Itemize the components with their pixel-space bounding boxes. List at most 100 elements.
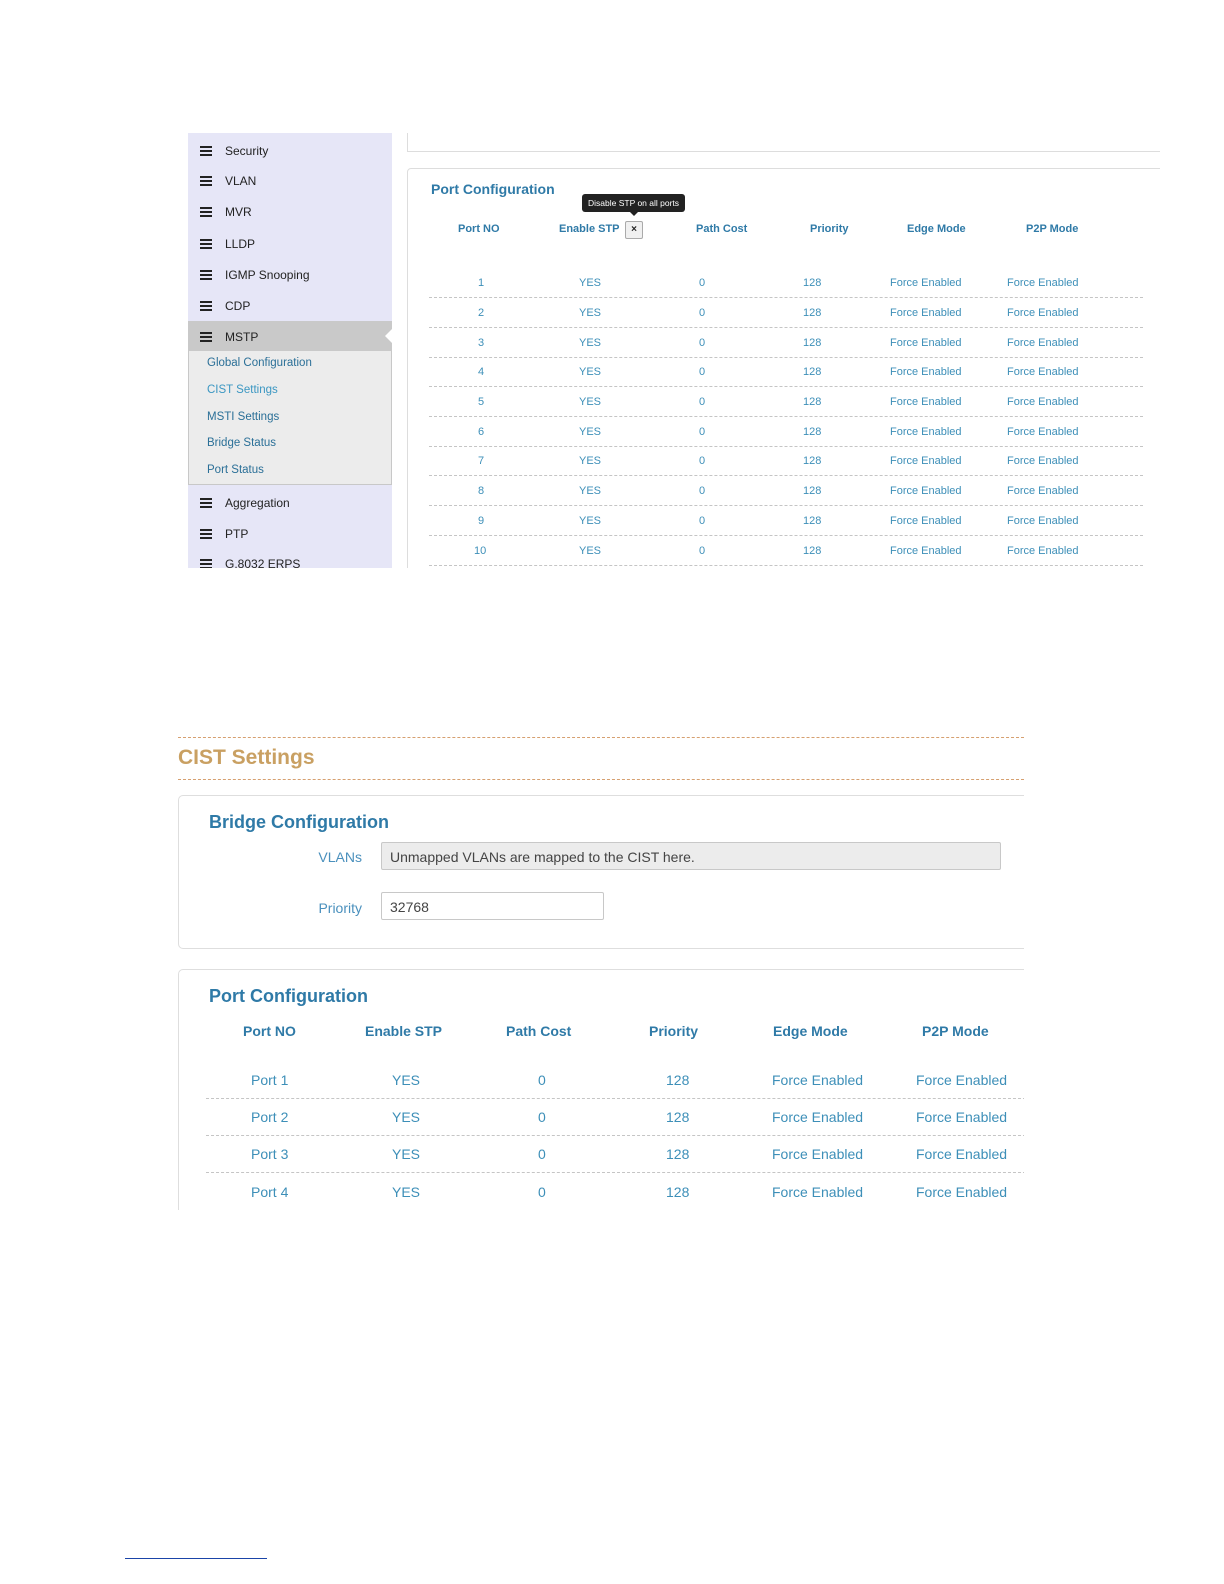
table-row: 6 YES 0 128 Force Enabled Force Enabled [429, 416, 1143, 447]
priority-input[interactable]: 32768 [381, 892, 604, 920]
p2p-mode-value[interactable]: Force Enabled [1007, 277, 1079, 289]
priority-value[interactable]: 128 [666, 1109, 689, 1125]
priority-value[interactable]: 128 [803, 396, 821, 408]
menu-list-icon [200, 332, 212, 342]
p2p-mode-value[interactable]: Force Enabled [1007, 485, 1079, 497]
p2p-mode-value[interactable]: Force Enabled [1007, 455, 1079, 467]
sidebar-item-ptp[interactable]: PTP [188, 518, 392, 548]
enable-stp-value[interactable]: YES [392, 1109, 420, 1125]
path-cost-value[interactable]: 0 [699, 277, 705, 289]
sidebar-item-label: Aggregation [225, 496, 290, 510]
p2p-mode-value[interactable]: Force Enabled [916, 1184, 1007, 1200]
edge-mode-value[interactable]: Force Enabled [890, 485, 962, 497]
p2p-mode-value[interactable]: Force Enabled [1007, 426, 1079, 438]
enable-stp-value[interactable]: YES [579, 455, 601, 467]
path-cost-value[interactable]: 0 [699, 307, 705, 319]
submenu-item-bridge-status[interactable]: Bridge Status [207, 437, 276, 449]
p2p-mode-value[interactable]: Force Enabled [916, 1109, 1007, 1125]
edge-mode-value[interactable]: Force Enabled [890, 366, 962, 378]
enable-stp-value[interactable]: YES [392, 1184, 420, 1200]
path-cost-value[interactable]: 0 [538, 1109, 546, 1125]
priority-value[interactable]: 128 [803, 455, 821, 467]
sidebar-item-cdp[interactable]: CDP [188, 290, 392, 320]
sidebar-item-igmp-snooping[interactable]: IGMP Snooping [188, 259, 392, 289]
sidebar-item-mvr[interactable]: MVR [188, 196, 392, 226]
enable-stp-value[interactable]: YES [579, 277, 601, 289]
edge-mode-value[interactable]: Force Enabled [890, 396, 962, 408]
edge-mode-value[interactable]: Force Enabled [890, 545, 962, 557]
enable-stp-value[interactable]: YES [579, 396, 601, 408]
vlans-field[interactable]: Unmapped VLANs are mapped to the CIST he… [381, 842, 1001, 870]
edge-mode-value[interactable]: Force Enabled [890, 426, 962, 438]
p2p-mode-value[interactable]: Force Enabled [916, 1146, 1007, 1162]
enable-stp-value[interactable]: YES [392, 1072, 420, 1088]
path-cost-value[interactable]: 0 [538, 1184, 546, 1200]
column-header-enable-stp: Enable STP [559, 223, 620, 235]
edge-mode-value[interactable]: Force Enabled [772, 1184, 863, 1200]
edge-mode-value[interactable]: Force Enabled [772, 1146, 863, 1162]
sidebar-item-aggregation[interactable]: Aggregation [188, 487, 392, 517]
edge-mode-value[interactable]: Force Enabled [890, 337, 962, 349]
path-cost-value[interactable]: 0 [699, 515, 705, 527]
column-header-port-no: Port NO [243, 1023, 296, 1039]
sidebar-item-mstp[interactable]: MSTP [188, 321, 392, 351]
sidebar-item-label: MVR [225, 205, 252, 219]
path-cost-value[interactable]: 0 [538, 1146, 546, 1162]
edge-mode-value[interactable]: Force Enabled [890, 455, 962, 467]
mstp-port-config-screenshot: Security VLAN MVR LLDP IGMP Snooping CDP… [188, 133, 1160, 568]
priority-value[interactable]: 128 [803, 307, 821, 319]
p2p-mode-value[interactable]: Force Enabled [1007, 545, 1079, 557]
enable-stp-value[interactable]: YES [579, 485, 601, 497]
priority-value[interactable]: 128 [803, 426, 821, 438]
sidebar-item-security[interactable]: Security [188, 135, 392, 165]
path-cost-value[interactable]: 0 [699, 485, 705, 497]
path-cost-value[interactable]: 0 [699, 545, 705, 557]
disable-stp-all-button[interactable]: × [625, 221, 643, 239]
p2p-mode-value[interactable]: Force Enabled [1007, 515, 1079, 527]
path-cost-value[interactable]: 0 [699, 337, 705, 349]
path-cost-value[interactable]: 0 [538, 1072, 546, 1088]
path-cost-value[interactable]: 0 [699, 455, 705, 467]
enable-stp-value[interactable]: YES [579, 337, 601, 349]
p2p-mode-value[interactable]: Force Enabled [1007, 396, 1079, 408]
priority-value[interactable]: 128 [803, 277, 821, 289]
priority-value[interactable]: 128 [803, 485, 821, 497]
enable-stp-value[interactable]: YES [579, 426, 601, 438]
priority-value[interactable]: 128 [803, 515, 821, 527]
sidebar-item-g8032-erps[interactable]: G.8032 ERPS [188, 548, 392, 568]
path-cost-value[interactable]: 0 [699, 366, 705, 378]
priority-value[interactable]: 128 [803, 545, 821, 557]
p2p-mode-value[interactable]: Force Enabled [1007, 337, 1079, 349]
submenu-item-global-configuration[interactable]: Global Configuration [207, 357, 312, 369]
p2p-mode-value[interactable]: Force Enabled [1007, 307, 1079, 319]
enable-stp-value[interactable]: YES [579, 307, 601, 319]
edge-mode-value[interactable]: Force Enabled [772, 1109, 863, 1125]
menu-list-icon [200, 207, 212, 217]
divider [178, 779, 1024, 780]
enable-stp-value[interactable]: YES [579, 366, 601, 378]
priority-value[interactable]: 128 [666, 1184, 689, 1200]
sidebar-item-lldp[interactable]: LLDP [188, 228, 392, 258]
edge-mode-value[interactable]: Force Enabled [890, 277, 962, 289]
priority-value[interactable]: 128 [666, 1146, 689, 1162]
submenu-item-port-status[interactable]: Port Status [207, 464, 264, 476]
panel-title: Bridge Configuration [209, 812, 389, 832]
edge-mode-value[interactable]: Force Enabled [890, 515, 962, 527]
submenu-item-cist-settings[interactable]: CIST Settings [207, 384, 278, 396]
edge-mode-value[interactable]: Force Enabled [772, 1072, 863, 1088]
edge-mode-value[interactable]: Force Enabled [890, 307, 962, 319]
path-cost-value[interactable]: 0 [699, 426, 705, 438]
table-row: 3 YES 0 128 Force Enabled Force Enabled [429, 327, 1143, 358]
priority-value[interactable]: 128 [803, 337, 821, 349]
priority-value[interactable]: 128 [803, 366, 821, 378]
enable-stp-value[interactable]: YES [579, 545, 601, 557]
enable-stp-value[interactable]: YES [392, 1146, 420, 1162]
priority-value[interactable]: 128 [666, 1072, 689, 1088]
enable-stp-value[interactable]: YES [579, 515, 601, 527]
path-cost-value[interactable]: 0 [699, 396, 705, 408]
p2p-mode-value[interactable]: Force Enabled [916, 1072, 1007, 1088]
p2p-mode-value[interactable]: Force Enabled [1007, 366, 1079, 378]
sidebar-item-vlan[interactable]: VLAN [188, 165, 392, 195]
menu-list-icon [200, 146, 212, 156]
submenu-item-msti-settings[interactable]: MSTI Settings [207, 411, 279, 423]
